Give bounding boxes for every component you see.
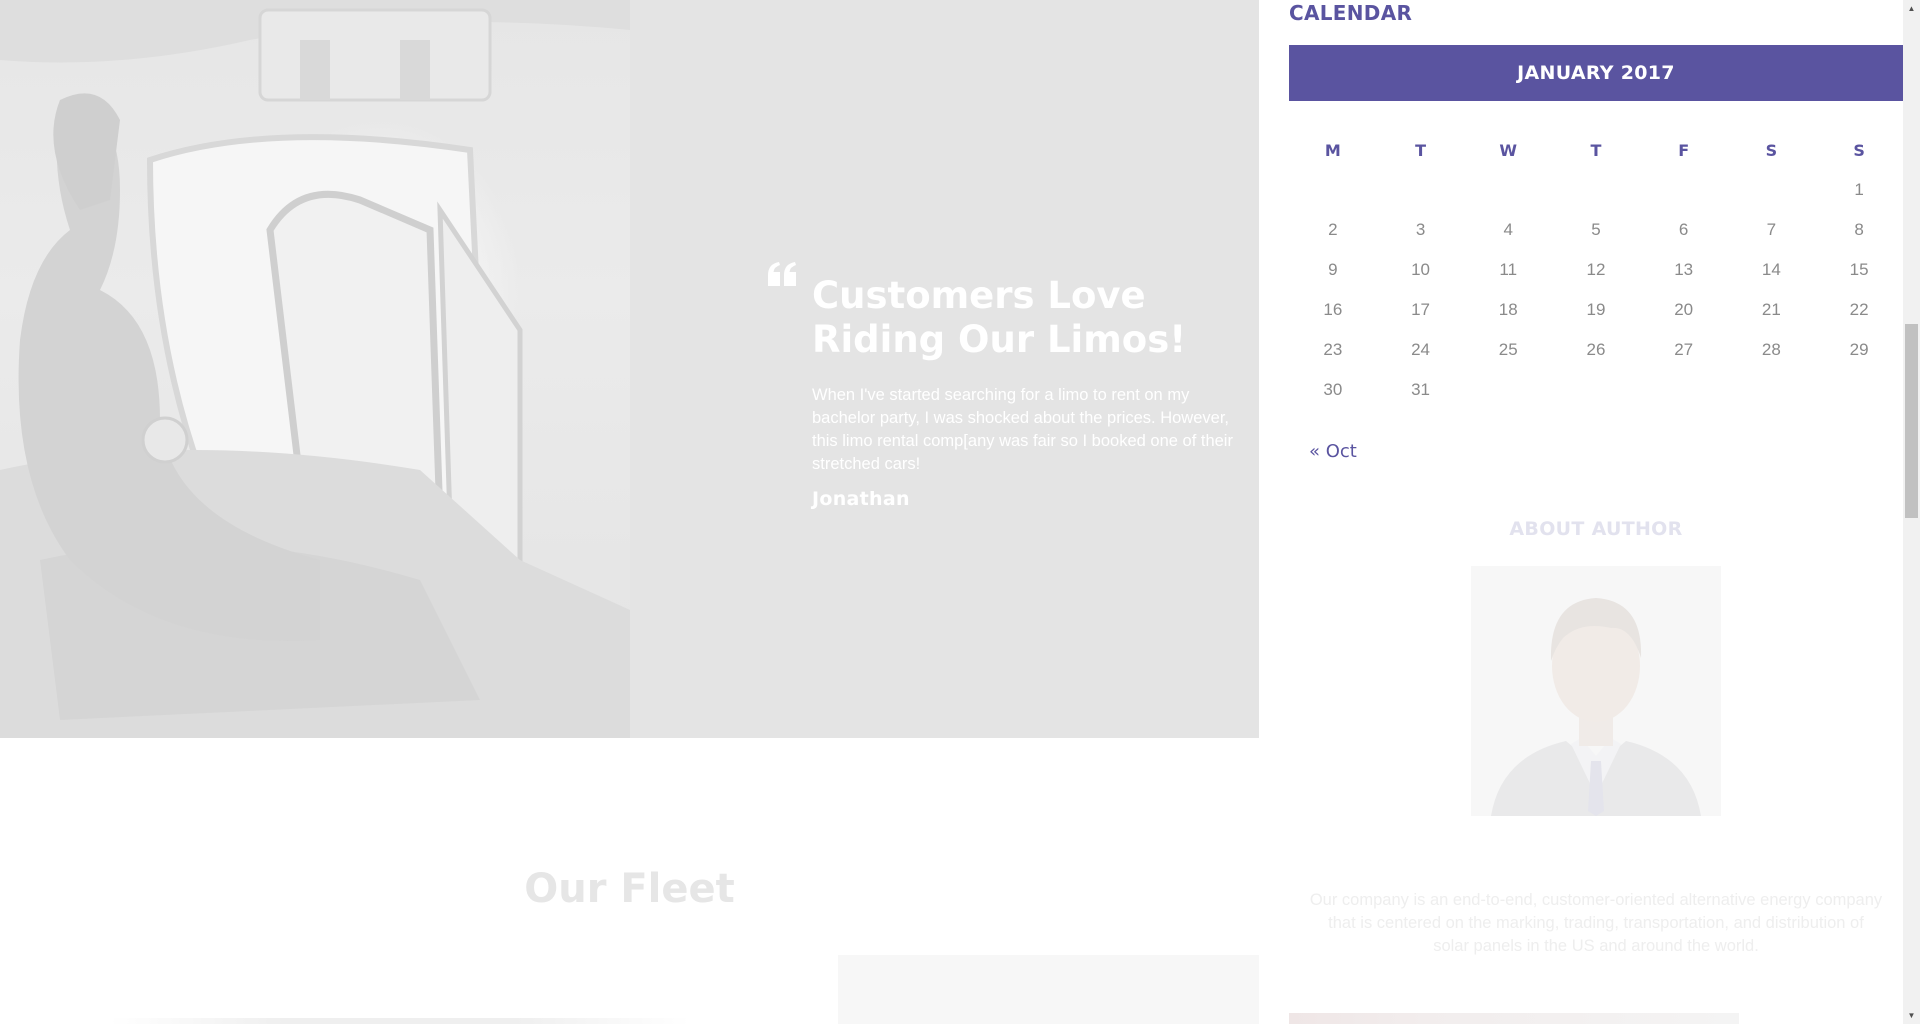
weekday-header: M <box>1324 140 1341 160</box>
calendar-week-row: 2 3 4 5 6 7 8 <box>1289 210 1903 250</box>
testimonial-section: Customers Love Riding Our Limos! When I'… <box>0 0 1259 738</box>
calendar-day <box>1289 170 1377 210</box>
scroll-up-arrow-icon[interactable]: ▲ <box>1903 0 1920 17</box>
scroll-down-arrow-icon[interactable]: ▼ <box>1903 1007 1920 1024</box>
calendar-day: 4 <box>1503 220 1513 239</box>
fleet-card-image[interactable] <box>838 955 1259 1024</box>
weekday-header: S <box>1765 140 1778 160</box>
calendar-day <box>1464 370 1552 410</box>
about-author-heading: ABOUT AUTHOR <box>1509 518 1683 540</box>
calendar-day: 30 <box>1323 380 1343 399</box>
quote-left-icon <box>768 262 796 286</box>
calendar-day: 25 <box>1498 340 1518 359</box>
calendar-day <box>1815 370 1903 410</box>
calendar-day: 15 <box>1849 260 1869 279</box>
weekday-header: T <box>1590 140 1602 160</box>
calendar-day: 1 <box>1854 180 1864 199</box>
calendar-day: 10 <box>1411 260 1431 279</box>
calendar-day: 18 <box>1498 300 1518 319</box>
calendar-weekday-row: M T W T F S S <box>1289 130 1903 170</box>
calendar-day: 17 <box>1411 300 1431 319</box>
sidebar-image <box>1289 1013 1739 1024</box>
calendar-day <box>1728 170 1816 210</box>
page-scrollbar[interactable]: ▲ ▼ <box>1903 0 1920 1024</box>
weekday-header: T <box>1415 140 1427 160</box>
limo-interior-photo <box>0 0 630 738</box>
testimonial-author: Jonathan <box>812 488 910 510</box>
calendar-table: M T W T F S S 1 2 3 4 5 6 7 8 9 10 11 12… <box>1289 130 1903 410</box>
calendar-day: 31 <box>1411 380 1431 399</box>
calendar-day: 21 <box>1761 300 1781 319</box>
calendar-day: 7 <box>1766 220 1777 239</box>
calendar-day: 19 <box>1586 300 1606 319</box>
testimonial-title: Customers Love Riding Our Limos! <box>812 274 1187 361</box>
calendar-day: 29 <box>1849 340 1869 359</box>
limo-photo-shapes <box>0 0 630 738</box>
calendar-day: 2 <box>1328 220 1338 239</box>
calendar-day <box>1552 370 1640 410</box>
fleet-title: Our Fleet <box>524 866 735 912</box>
calendar-heading: CALENDAR <box>1289 1 1413 25</box>
calendar-week-row: 16 17 18 19 20 21 22 <box>1289 290 1903 330</box>
calendar-day: 13 <box>1674 260 1694 279</box>
weekday-header: S <box>1853 140 1865 160</box>
calendar-week-row: 1 <box>1289 170 1903 210</box>
calendar-day: 23 <box>1323 340 1343 359</box>
calendar-day <box>1640 170 1728 210</box>
about-author-text: Our company is an end-to-end, customer-o… <box>1309 891 1883 955</box>
testimonial-text: When I've started searching for a limo t… <box>812 386 1233 473</box>
calendar-day: 27 <box>1674 340 1694 359</box>
calendar-week-row: 23 24 25 26 27 28 29 <box>1289 330 1903 370</box>
calendar-day: 11 <box>1499 260 1518 279</box>
calendar-day <box>1728 370 1816 410</box>
calendar-day <box>1640 370 1728 410</box>
calendar-day: 22 <box>1849 300 1869 319</box>
weekday-header: W <box>1499 140 1518 160</box>
author-photo <box>1471 566 1721 816</box>
calendar-day: 20 <box>1674 300 1694 319</box>
calendar-week-row: 30 31 <box>1289 370 1903 410</box>
calendar-month: JANUARY 2017 <box>1289 45 1903 101</box>
fleet-card-image[interactable] <box>110 1018 690 1024</box>
calendar-day: 9 <box>1328 260 1338 279</box>
weekday-header: F <box>1678 140 1690 160</box>
calendar-day: 5 <box>1591 220 1601 239</box>
calendar-day: 16 <box>1323 300 1343 319</box>
calendar-prev-month-link[interactable]: « Oct <box>1309 441 1357 462</box>
calendar-day: 3 <box>1415 220 1426 239</box>
author-portrait-shapes <box>1471 566 1721 816</box>
calendar-day <box>1377 170 1465 210</box>
calendar-day: 12 <box>1586 260 1606 279</box>
calendar-day <box>1552 170 1640 210</box>
scroll-thumb[interactable] <box>1905 324 1918 518</box>
calendar-day: 28 <box>1761 340 1781 359</box>
calendar-day: 8 <box>1854 220 1864 239</box>
calendar-day: 26 <box>1586 340 1606 359</box>
calendar-day <box>1464 170 1552 210</box>
calendar-day: 6 <box>1678 220 1689 239</box>
calendar-day: 24 <box>1411 340 1431 359</box>
calendar-day: 14 <box>1761 260 1781 279</box>
calendar-week-row: 9 10 11 12 13 14 15 <box>1289 250 1903 290</box>
